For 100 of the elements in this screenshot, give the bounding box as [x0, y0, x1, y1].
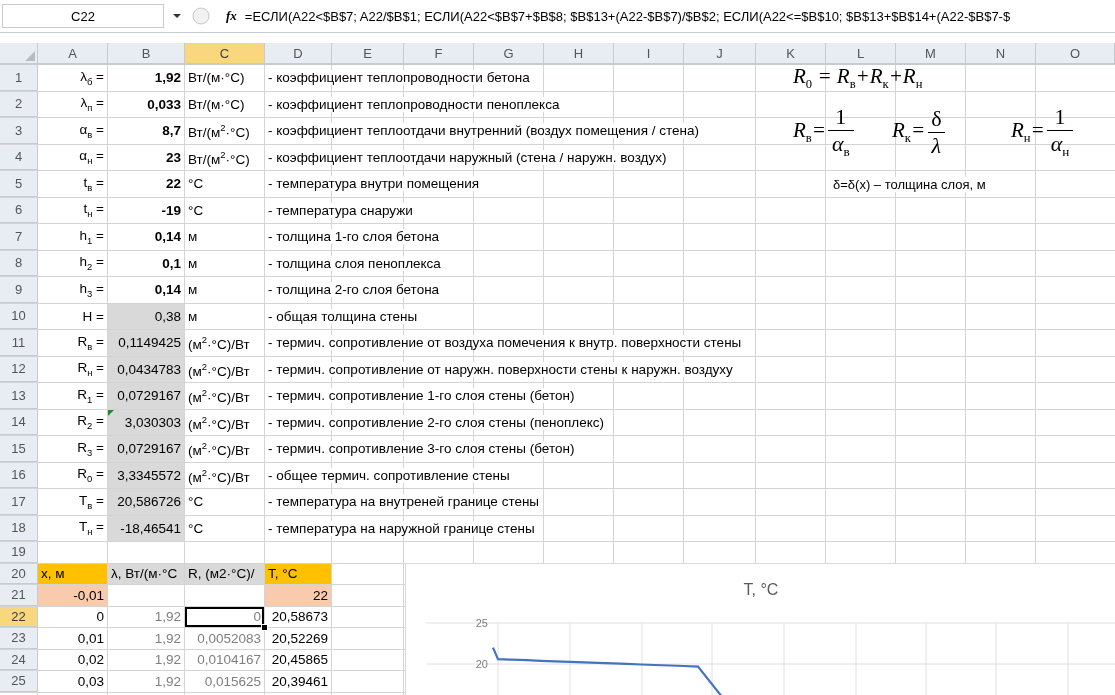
fraction-numerator: 1: [834, 104, 848, 131]
table-cell: 22: [265, 585, 331, 606]
formula-text: R$_{н}$=: [1011, 118, 1045, 143]
parameter-symbol: R$_{1}$ =: [76, 385, 105, 407]
parameter-description: - температура снаружи: [268, 202, 415, 218]
column-header[interactable]: N: [966, 43, 1036, 64]
row-header[interactable]: 20: [0, 563, 38, 584]
row-header[interactable]: 19: [0, 542, 38, 563]
parameter-value: -18,46541: [108, 515, 184, 541]
row-header[interactable]: 3: [0, 118, 38, 144]
row-header[interactable]: 12: [0, 356, 38, 382]
table-cell[interactable]: 0,015625: [185, 671, 264, 692]
row-header[interactable]: 2: [0, 91, 38, 117]
parameter-symbol: t$_{н}$ =: [82, 200, 105, 222]
column-header[interactable]: B: [108, 43, 185, 64]
row-header[interactable]: 16: [0, 462, 38, 488]
row-header[interactable]: 17: [0, 489, 38, 515]
column-header[interactable]: K: [756, 43, 826, 64]
parameter-value: 3,030303: [108, 409, 184, 435]
parameter-value: 0,0729167: [108, 383, 184, 409]
formula-input[interactable]: =ЕСЛИ(A22<$B$7; A22/$B$1; ЕСЛИ(A22<$B$7+$B$8; $B$13+(A22-$B$7)/$B$2; ЕСЛИ(A22<=$B$10; $B$13+$B$14+(A22-$B$7-$: [244, 8, 1011, 24]
parameter-value: 0,38: [108, 303, 184, 329]
table-cell-text: 1,92: [153, 629, 182, 648]
fraction-numerator: 1: [1053, 104, 1067, 131]
parameter-symbol: h$_{3}$ =: [78, 279, 105, 301]
parameter-unit: Вт/(м$^{2}$·°С): [187, 121, 251, 142]
parameter-symbol: R$_{в}$ =: [76, 332, 105, 354]
row-header[interactable]: 15: [0, 436, 38, 462]
row-header[interactable]: 10: [0, 303, 38, 329]
parameter-description: - термич. сопротивление от воздуха помечения к внутр. поверхности стены: [268, 335, 744, 351]
table-cell[interactable]: 0,0104167: [185, 649, 264, 670]
table-cell[interactable]: 0,0052083: [185, 628, 264, 649]
row-header[interactable]: 8: [0, 250, 38, 276]
column-header[interactable]: F: [404, 43, 474, 64]
parameter-unit: (м$^{2}$·°С)/Вт: [187, 386, 251, 407]
formula-note: δ=δ(x) – толщина слоя, м: [833, 176, 986, 192]
formula-text: R$_{в}$=: [793, 118, 826, 143]
row-header[interactable]: 11: [0, 330, 38, 356]
column-header[interactable]: J: [684, 43, 756, 64]
column-title: T, °С: [265, 563, 331, 584]
fraction-denominator: λ: [927, 131, 946, 159]
parameter-unit: Вт/(м$^{2}$·°С): [187, 147, 251, 169]
row-header[interactable]: 5: [0, 171, 38, 197]
column-header[interactable]: O: [1036, 43, 1115, 64]
parameter-symbol: R$_{0}$ =: [76, 465, 105, 487]
parameter-description: - коэффициент теплоотдачи наружный (стена / наружн. воздух): [268, 149, 669, 165]
row-header[interactable]: 18: [0, 515, 38, 541]
row-header[interactable]: 6: [0, 197, 38, 223]
axis-tick-label: 25: [475, 617, 488, 629]
table-cell[interactable]: 0: [185, 606, 264, 627]
fraction-numerator: δ: [930, 105, 943, 132]
column-header[interactable]: G: [474, 43, 544, 64]
axis-tick-label: 20: [475, 658, 488, 670]
parameter-value: 0,0434783: [108, 356, 184, 382]
column-header[interactable]: D: [265, 43, 332, 64]
parameter-description: - толщина 2-го слоя бетона: [268, 282, 442, 298]
row-header[interactable]: 24: [0, 649, 38, 670]
column-header[interactable]: A: [38, 43, 108, 64]
parameter-symbol: h$_{1}$ =: [78, 226, 105, 248]
column-header[interactable]: I: [614, 43, 684, 64]
parameter-description: - общее термич. сопротивление стены: [268, 467, 512, 483]
column-header[interactable]: C: [185, 43, 265, 64]
name-box[interactable]: C22: [2, 4, 164, 28]
table-cell-text: 1,92: [153, 608, 182, 627]
parameter-symbol: h$_{2}$ =: [78, 253, 105, 275]
function-label[interactable]: fx: [226, 8, 237, 24]
parameter-unit: (м$^{2}$·°С)/Вт: [187, 465, 251, 487]
parameter-symbol: α$_{в}$ =: [78, 120, 105, 142]
table-cell-text: 1,92: [153, 651, 182, 670]
table-cell: -0,01: [38, 585, 107, 606]
parameter-description: - коэффициент теплопроводности пеноплекса: [268, 96, 562, 112]
row-header[interactable]: 9: [0, 277, 38, 303]
table-cell-text: 1,92: [153, 672, 182, 691]
parameter-unit: °С: [187, 519, 205, 538]
row-header[interactable]: 13: [0, 383, 38, 409]
fraction-denominator: α$_{в}$: [827, 130, 854, 161]
column-header[interactable]: M: [896, 43, 966, 64]
column-header[interactable]: E: [332, 43, 404, 64]
row-header[interactable]: 23: [0, 628, 38, 649]
row-header[interactable]: 22: [0, 606, 38, 627]
parameter-value: 3,3345572: [108, 462, 184, 488]
column-title: x, м: [38, 563, 107, 584]
fraction-denominator: α$_{н}$: [1046, 130, 1074, 161]
row-header[interactable]: 21: [0, 585, 38, 606]
column-header[interactable]: L: [826, 43, 896, 64]
row-header[interactable]: 14: [0, 409, 38, 435]
parameter-unit: Вт/(м·°С): [187, 95, 246, 114]
parameter-description: - температура на наружной границе стены: [268, 520, 537, 536]
column-header[interactable]: H: [544, 43, 614, 64]
parameter-symbol: α$_{н}$ =: [78, 147, 105, 169]
parameter-description: - термич. сопротивление 3-го слоя стены (бетон): [268, 441, 577, 457]
row-header[interactable]: 25: [0, 671, 38, 692]
row-header[interactable]: 7: [0, 224, 38, 250]
row-header[interactable]: 4: [0, 144, 38, 170]
row-header[interactable]: 1: [0, 65, 38, 91]
parameter-symbol: H =: [81, 307, 105, 326]
parameter-description: - термич. сопротивление от наружн. поверхности стены к наружн. воздуху: [268, 361, 735, 377]
parameter-unit: °С: [187, 175, 205, 194]
fill-handle[interactable]: [261, 624, 268, 631]
parameter-symbol: T$_{в}$ =: [78, 491, 105, 513]
